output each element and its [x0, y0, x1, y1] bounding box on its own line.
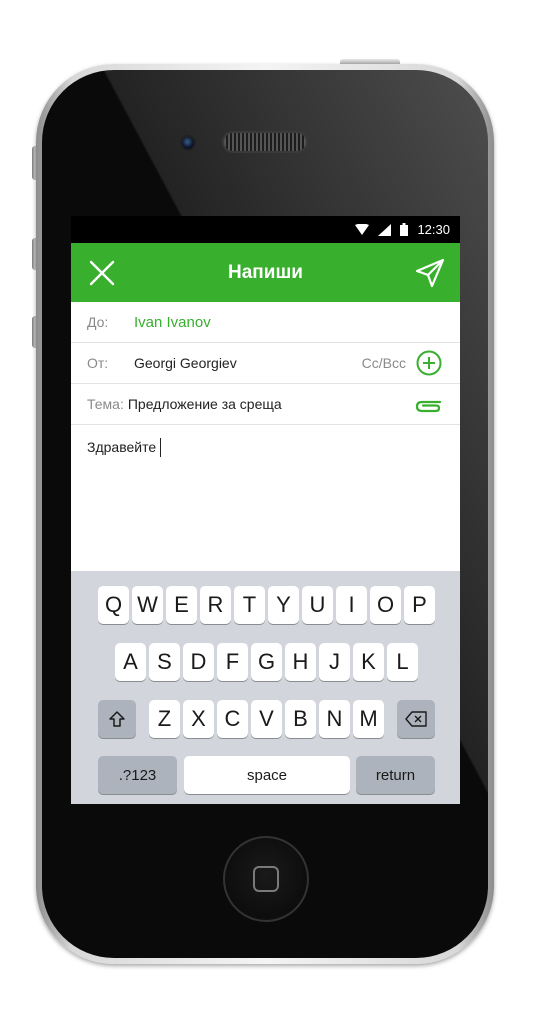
key-r[interactable]: R [200, 586, 231, 624]
key-z[interactable]: Z [149, 700, 180, 738]
key-h[interactable]: H [285, 643, 316, 681]
signal-icon [378, 223, 392, 236]
key-y[interactable]: Y [268, 586, 299, 624]
key-f[interactable]: F [217, 643, 248, 681]
subject-input[interactable]: Предложение за среща [128, 396, 282, 412]
key-s[interactable]: S [149, 643, 180, 681]
key-c[interactable]: C [217, 700, 248, 738]
page-title: Напиши [228, 261, 303, 283]
keyboard-row-3: Z X C V B N M [71, 700, 460, 738]
battery-icon [400, 223, 409, 236]
front-camera [180, 135, 196, 151]
key-w[interactable]: W [132, 586, 163, 624]
key-g[interactable]: G [251, 643, 282, 681]
subject-field-row[interactable]: Тема: Предложение за среща [71, 384, 460, 425]
key-u[interactable]: U [302, 586, 333, 624]
screen: 12:30 Напиши До: Ivan Ivanov От: Georgi … [71, 216, 460, 804]
space-key[interactable]: space [184, 756, 350, 794]
message-body[interactable]: Здравейте [71, 426, 460, 571]
key-e[interactable]: E [166, 586, 197, 624]
key-d[interactable]: D [183, 643, 214, 681]
home-button[interactable] [223, 836, 309, 922]
keyboard-row-2: A S D F G H J K L [71, 643, 460, 681]
key-a[interactable]: A [115, 643, 146, 681]
attachment-icon[interactable] [414, 396, 442, 414]
keyboard-row-1: Q W E R T Y U I O P [71, 586, 460, 624]
status-time: 12:30 [417, 222, 450, 237]
key-n[interactable]: N [319, 700, 350, 738]
key-m[interactable]: M [353, 700, 384, 738]
key-j[interactable]: J [319, 643, 350, 681]
keyboard-row-4: .?123 space return [71, 756, 460, 794]
key-o[interactable]: O [370, 586, 401, 624]
numbers-key[interactable]: .?123 [98, 756, 177, 794]
earpiece-speaker [222, 131, 308, 153]
to-field-row[interactable]: До: Ivan Ivanov [71, 302, 460, 343]
shift-icon [109, 711, 125, 727]
wifi-icon [355, 223, 370, 235]
home-square-icon [253, 866, 279, 892]
shift-key[interactable] [98, 700, 136, 738]
to-recipient[interactable]: Ivan Ivanov [134, 314, 211, 331]
key-b[interactable]: B [285, 700, 316, 738]
from-field-row[interactable]: От: Georgi Georgiev Cc/Bcc [71, 343, 460, 384]
key-t[interactable]: T [234, 586, 265, 624]
from-sender[interactable]: Georgi Georgiev [134, 355, 237, 371]
add-circle-icon[interactable] [416, 350, 442, 376]
key-l[interactable]: L [387, 643, 418, 681]
key-k[interactable]: K [353, 643, 384, 681]
status-bar: 12:30 [71, 216, 460, 243]
from-label: От: [87, 355, 109, 371]
close-icon[interactable] [87, 258, 117, 288]
to-label: До: [87, 314, 109, 330]
text-caret [160, 438, 162, 457]
return-key[interactable]: return [356, 756, 435, 794]
message-body-text: Здравейте [87, 439, 157, 455]
key-p[interactable]: P [404, 586, 435, 624]
backspace-icon [405, 711, 427, 727]
send-icon[interactable] [414, 257, 446, 289]
key-v[interactable]: V [251, 700, 282, 738]
key-i[interactable]: I [336, 586, 367, 624]
backspace-key[interactable] [397, 700, 435, 738]
keyboard: Q W E R T Y U I O P A S D F G H J K L Z … [71, 571, 460, 804]
key-x[interactable]: X [183, 700, 214, 738]
cc-bcc-button[interactable]: Cc/Bcc [362, 355, 406, 371]
key-q[interactable]: Q [98, 586, 129, 624]
subject-label: Тема: [87, 396, 124, 412]
app-header: Напиши [71, 243, 460, 302]
